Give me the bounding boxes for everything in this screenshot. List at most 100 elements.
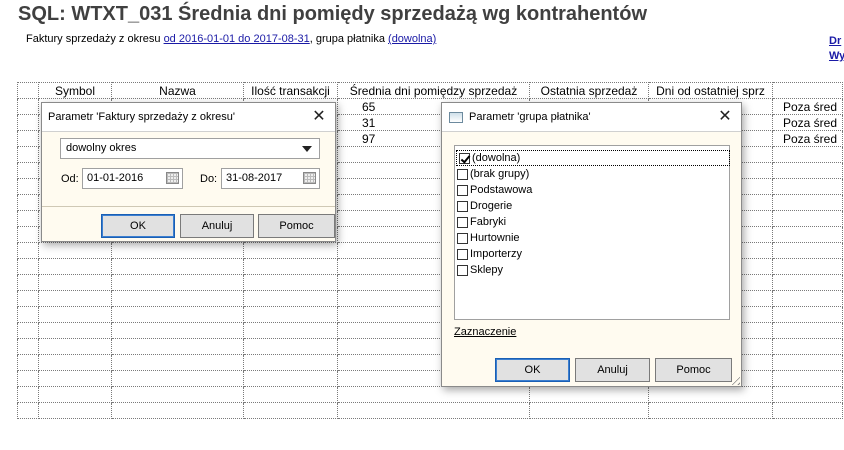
group-checklist[interactable]: (dowolna) (brak grupy) Podstawowa Drogerie F… bbox=[454, 145, 730, 320]
header-cell[interactable]: Symbol bbox=[38, 82, 112, 99]
list-item[interactable]: Drogerie bbox=[455, 198, 729, 214]
table-cell bbox=[772, 306, 843, 323]
help-button[interactable]: Pomoc bbox=[258, 214, 335, 238]
header-cell[interactable]: Ostatnia sprzedaż bbox=[529, 82, 649, 99]
table-cell bbox=[38, 338, 112, 355]
right-link-1[interactable]: Dr bbox=[829, 34, 844, 49]
divider bbox=[42, 206, 335, 207]
checkbox[interactable] bbox=[457, 264, 468, 276]
table-cell bbox=[243, 354, 338, 371]
period-link[interactable]: od 2016-01-01 do 2017-08-31 bbox=[164, 33, 310, 45]
table-cell bbox=[772, 274, 843, 291]
table-cell bbox=[38, 306, 112, 323]
header-cell[interactable]: Ilość transakcji bbox=[243, 82, 338, 99]
list-item-label: Importerzy bbox=[470, 248, 522, 260]
close-icon[interactable]: ✕ bbox=[311, 109, 327, 125]
checkbox[interactable] bbox=[457, 216, 468, 228]
table-cell bbox=[111, 338, 244, 355]
chevron-down-icon[interactable] bbox=[302, 146, 312, 152]
ok-button[interactable]: OK bbox=[495, 358, 570, 382]
from-date-field[interactable]: 01-01-2016 bbox=[82, 168, 183, 189]
table-cell bbox=[648, 402, 773, 419]
table-cell bbox=[17, 210, 39, 227]
header-cell[interactable]: Nazwa bbox=[111, 82, 244, 99]
table-cell bbox=[772, 178, 843, 195]
table-cell bbox=[17, 130, 39, 147]
list-item[interactable]: Sklepy bbox=[455, 262, 729, 278]
to-date-value: 31-08-2017 bbox=[226, 172, 283, 184]
table-cell bbox=[772, 386, 843, 403]
checkbox[interactable] bbox=[457, 184, 468, 196]
list-item-label: (brak grupy) bbox=[470, 168, 530, 180]
group-link[interactable]: (dowolna) bbox=[388, 33, 436, 45]
period-combo[interactable]: dowolny okres bbox=[60, 138, 320, 159]
table-cell bbox=[772, 354, 843, 371]
list-item-label: Podstawowa bbox=[470, 184, 533, 196]
table-row bbox=[17, 386, 843, 403]
calendar-icon[interactable] bbox=[166, 172, 179, 184]
table-cell bbox=[17, 290, 39, 307]
checkbox[interactable] bbox=[459, 152, 470, 164]
list-item-label: Hurtownie bbox=[470, 232, 520, 244]
header-cell[interactable]: Średnia dni pomiędzy sprzedaż bbox=[337, 82, 530, 99]
list-item[interactable]: (brak grupy) bbox=[455, 166, 729, 182]
table-cell bbox=[243, 258, 338, 275]
table-cell bbox=[772, 146, 843, 163]
selection-link[interactable]: Zaznaczenie bbox=[454, 326, 516, 338]
checkbox[interactable] bbox=[457, 232, 468, 244]
cancel-button[interactable]: Anuluj bbox=[180, 214, 254, 238]
app-window-icon bbox=[449, 111, 463, 123]
table-cell bbox=[529, 386, 649, 403]
table-cell bbox=[772, 226, 843, 243]
table-cell: Poza śred bbox=[772, 114, 843, 131]
table-cell: Poza śred bbox=[772, 130, 843, 147]
header-cell[interactable]: Dni od ostatniej sprz bbox=[648, 82, 773, 99]
table-cell: Poza śred bbox=[772, 98, 843, 115]
list-item[interactable]: Fabryki bbox=[455, 214, 729, 230]
ok-button[interactable]: OK bbox=[101, 214, 175, 238]
list-item[interactable]: (dowolna) bbox=[456, 150, 730, 166]
period-dialog: Parametr 'Faktury sprzedaży z okresu' ✕ … bbox=[41, 102, 336, 242]
right-links: Dr Wy bbox=[829, 34, 844, 64]
calendar-icon[interactable] bbox=[303, 172, 316, 184]
help-button[interactable]: Pomoc bbox=[655, 358, 732, 382]
table-cell bbox=[17, 162, 39, 179]
list-item-label: Sklepy bbox=[470, 264, 504, 276]
checkbox[interactable] bbox=[457, 200, 468, 212]
table-cell bbox=[772, 242, 843, 259]
to-date-field[interactable]: 31-08-2017 bbox=[221, 168, 320, 189]
list-item[interactable]: Importerzy bbox=[455, 246, 729, 262]
table-cell bbox=[38, 402, 112, 419]
header-cell[interactable] bbox=[772, 82, 843, 99]
table-cell bbox=[17, 354, 39, 371]
list-item[interactable]: Podstawowa bbox=[455, 182, 729, 198]
cancel-button[interactable]: Anuluj bbox=[575, 358, 650, 382]
table-cell bbox=[243, 386, 338, 403]
right-link-2[interactable]: Wy bbox=[829, 49, 844, 64]
table-cell bbox=[243, 338, 338, 355]
table-cell bbox=[243, 242, 338, 259]
table-cell bbox=[17, 386, 39, 403]
group-dialog-title: Parametr 'grupa płatnika' bbox=[469, 111, 591, 123]
table-cell bbox=[17, 226, 39, 243]
close-icon[interactable]: ✕ bbox=[717, 109, 733, 125]
table-cell bbox=[337, 386, 530, 403]
table-cell bbox=[243, 274, 338, 291]
table-cell bbox=[337, 402, 530, 419]
table-cell bbox=[111, 242, 244, 259]
group-dialog-titlebar[interactable]: Parametr 'grupa płatnika' ✕ bbox=[442, 103, 741, 132]
table-cell bbox=[17, 98, 39, 115]
table-cell bbox=[111, 274, 244, 291]
list-item-label: Fabryki bbox=[470, 216, 507, 228]
list-item-label: Drogerie bbox=[470, 200, 513, 212]
table-cell bbox=[772, 402, 843, 419]
table-cell bbox=[38, 386, 112, 403]
checkbox[interactable] bbox=[457, 248, 468, 260]
period-dialog-titlebar[interactable]: Parametr 'Faktury sprzedaży z okresu' ✕ bbox=[42, 103, 335, 132]
header-cell-blank bbox=[17, 82, 39, 99]
checkbox[interactable] bbox=[457, 168, 468, 180]
list-item[interactable]: Hurtownie bbox=[455, 230, 729, 246]
subtitle-mid: , grupa płatnika bbox=[309, 33, 389, 45]
table-cell bbox=[111, 290, 244, 307]
table-cell bbox=[17, 338, 39, 355]
